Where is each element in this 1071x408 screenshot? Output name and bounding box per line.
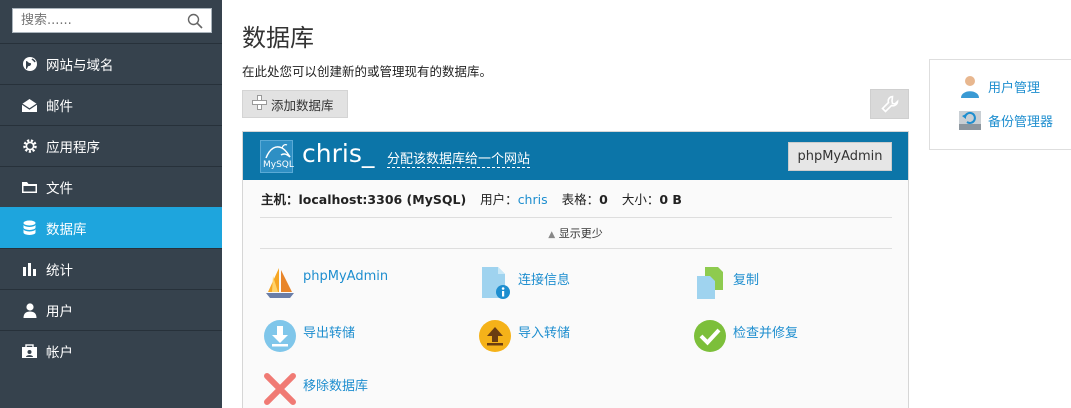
assign-website-link[interactable]: 分配该数据库给一个网站 [387, 148, 531, 168]
add-database-label: 添加数据库 [271, 97, 334, 113]
tables-value: 0 [599, 192, 608, 207]
wrench-icon [880, 95, 898, 113]
size-label: 大小： [621, 192, 660, 207]
gear-icon [21, 138, 38, 155]
sidebar-item-label: 统计 [46, 263, 73, 279]
database-info: 主机：localhost:3306 (MySQL) 用户：chris 表格：0 大小：… [261, 189, 682, 208]
sidebar-item-label: 帐户 [46, 345, 73, 361]
sidebar-item-label: 用户 [46, 304, 73, 320]
sidebar-item-account[interactable]: 帐户 [0, 330, 222, 371]
database-card: MySQL chris_ 分配该数据库给一个网站 phpMyAdmin 主机：l… [242, 131, 909, 408]
backup-manager-link[interactable]: 备份管理器 [958, 108, 1053, 132]
action-connection-info-label: 连接信息 [518, 273, 571, 288]
action-import-dump[interactable]: 导入转储 [478, 319, 570, 353]
backup-icon [959, 111, 981, 130]
connection-info-icon [482, 267, 510, 299]
delete-x-icon [264, 373, 296, 405]
chevron-up-icon: ▲ [548, 230, 556, 240]
sidebar-item-label: 邮件 [46, 99, 73, 115]
phpmyadmin-button[interactable]: phpMyAdmin [788, 142, 892, 171]
host-label: 主机： [261, 192, 299, 207]
check-circle-icon [694, 320, 726, 352]
add-database-button[interactable]: 添加数据库 [242, 90, 348, 118]
action-check-repair[interactable]: 检查并修复 [693, 319, 798, 353]
user-value-link[interactable]: chris [518, 192, 548, 207]
sidebar-nav: 网站与域名 邮件 应用程序 文件 数据库 统计 用户 帐户 [0, 43, 222, 371]
sidebar-item-mail[interactable]: 邮件 [0, 84, 222, 125]
host-value: localhost:3306 (MySQL) [298, 192, 467, 207]
folder-icon [21, 179, 38, 196]
mysql-logo: MySQL [260, 140, 294, 173]
database-name: chris_ [302, 139, 375, 168]
copy-icon [697, 267, 723, 299]
sidebar-item-files[interactable]: 文件 [0, 166, 222, 207]
sidebar-item-users[interactable]: 用户 [0, 289, 222, 330]
action-remove-database[interactable]: 移除数据库 [263, 372, 368, 406]
action-phpmyadmin-label: phpMyAdmin [303, 269, 389, 284]
database-header: MySQL chris_ 分配该数据库给一个网站 phpMyAdmin [243, 132, 908, 180]
user-management-label: 用户管理 [988, 80, 1041, 96]
bar-chart-icon [21, 261, 38, 278]
sidebar-item-label: 网站与域名 [46, 58, 114, 74]
sidebar-item-label: 文件 [46, 181, 73, 197]
divider [260, 248, 892, 249]
account-icon [21, 343, 38, 360]
mysql-logo-text: MySQL [263, 160, 294, 170]
tools-button[interactable] [870, 89, 909, 119]
action-connection-info[interactable]: 连接信息 [478, 266, 570, 300]
tools-panel: 用户管理 备份管理器 [929, 59, 1071, 150]
sidebar-item-websites[interactable]: 网站与域名 [0, 43, 222, 84]
search-icon[interactable] [187, 13, 203, 29]
page-title: 数据库 [242, 24, 314, 52]
phpmyadmin-sailboat-icon [266, 268, 294, 298]
search-input[interactable] [13, 9, 181, 32]
action-export-dump[interactable]: 导出转储 [263, 319, 355, 353]
globe-icon [21, 56, 38, 73]
divider [260, 217, 892, 218]
import-upload-icon [479, 320, 511, 352]
action-copy[interactable]: 复制 [693, 266, 759, 300]
export-download-icon [264, 320, 296, 352]
page-description: 在此处您可以创建新的或管理现有的数据库。 [242, 64, 493, 79]
backup-manager-label: 备份管理器 [988, 114, 1054, 130]
plus-icon [252, 94, 267, 114]
action-check-repair-label: 检查并修复 [733, 326, 799, 341]
sidebar-item-databases[interactable]: 数据库 [0, 207, 222, 248]
sidebar-item-statistics[interactable]: 统计 [0, 248, 222, 289]
mail-icon [21, 97, 38, 114]
sidebar: 网站与域名 邮件 应用程序 文件 数据库 [0, 0, 222, 408]
action-import-dump-label: 导入转储 [518, 326, 571, 341]
show-less-label: 显示更少 [558, 227, 603, 240]
show-less-toggle[interactable]: ▲ 显示更少 [243, 225, 908, 241]
user-management-link[interactable]: 用户管理 [958, 74, 1040, 98]
action-phpmyadmin[interactable]: phpMyAdmin [263, 266, 388, 300]
sidebar-item-label: 数据库 [46, 222, 87, 238]
sidebar-item-applications[interactable]: 应用程序 [0, 125, 222, 166]
action-copy-label: 复制 [733, 273, 760, 288]
size-value: 0 B [659, 192, 682, 207]
search-box [12, 8, 212, 33]
user-label: 用户： [480, 192, 518, 207]
database-icon [21, 220, 38, 237]
tables-label: 表格： [561, 192, 600, 207]
action-remove-database-label: 移除数据库 [303, 379, 369, 394]
user-avatar-icon [961, 76, 979, 98]
user-icon [21, 302, 38, 319]
action-export-dump-label: 导出转储 [303, 326, 356, 341]
sidebar-item-label: 应用程序 [46, 140, 100, 156]
